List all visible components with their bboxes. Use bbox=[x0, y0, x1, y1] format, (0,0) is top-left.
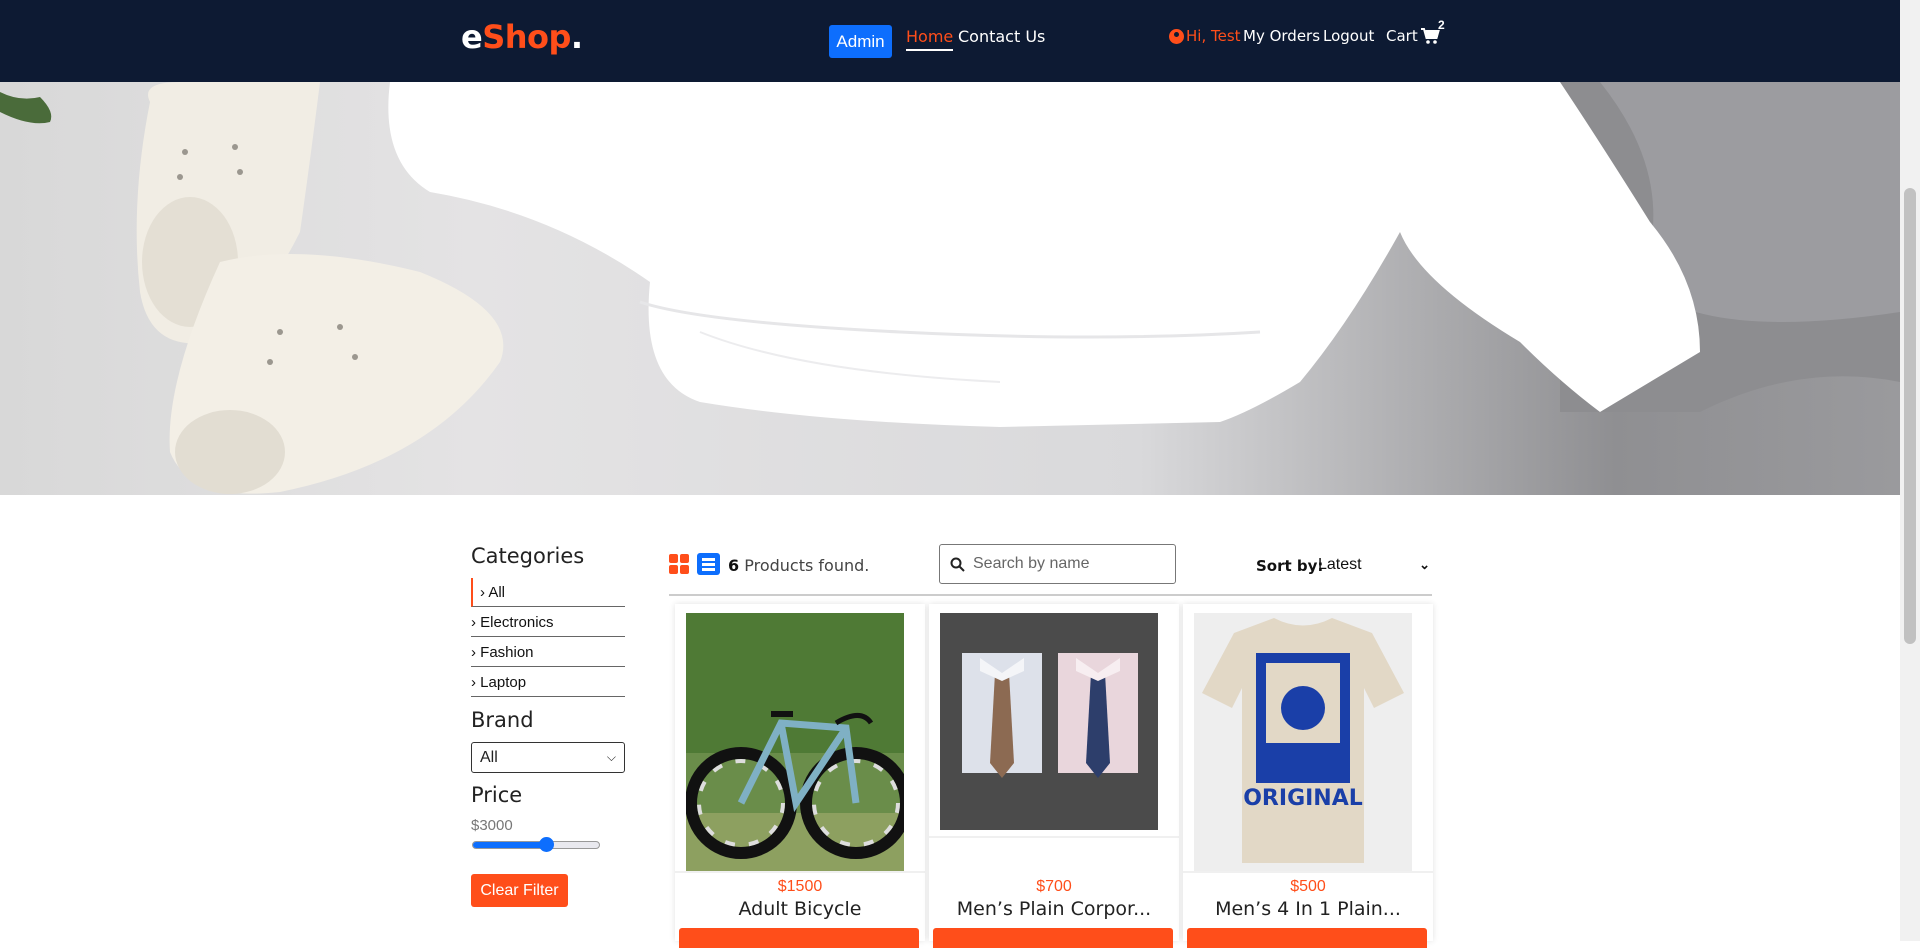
category-item-all[interactable]: › All bbox=[471, 578, 625, 607]
top-navbar: eShop. Admin Home Contact Us Hi, Test My… bbox=[0, 0, 1900, 82]
search-icon bbox=[950, 557, 965, 572]
price-heading: Price bbox=[471, 783, 523, 807]
add-to-cart-button[interactable] bbox=[1187, 928, 1427, 948]
product-price: $1500 bbox=[777, 878, 823, 895]
product-image[interactable] bbox=[940, 613, 1158, 830]
admin-button[interactable]: Admin bbox=[829, 25, 892, 58]
products-found-text: 6 Products found. bbox=[728, 556, 869, 575]
product-image[interactable]: ORIGINAL bbox=[1194, 613, 1412, 871]
cart-icon bbox=[1420, 28, 1440, 44]
category-item-fashion[interactable]: › Fashion bbox=[471, 638, 625, 667]
product-price: $500 bbox=[1290, 878, 1326, 895]
price-slider[interactable] bbox=[472, 837, 600, 852]
cart-count-badge: 2 bbox=[1438, 18, 1445, 32]
product-image[interactable] bbox=[686, 613, 904, 871]
card-divider bbox=[929, 836, 1179, 838]
chevron-down-icon: ⌵ bbox=[606, 750, 616, 764]
product-card[interactable]: $1500 Adult Bicycle bbox=[675, 604, 925, 948]
search-input[interactable]: Search by name bbox=[939, 544, 1176, 584]
price-slider-thumb[interactable] bbox=[538, 837, 554, 852]
sort-selected-value: Latest bbox=[1318, 556, 1362, 573]
greeting-text: Hi, Test bbox=[1186, 27, 1241, 45]
nav-my-orders-link[interactable]: My Orders bbox=[1243, 27, 1320, 45]
nav-logout-link[interactable]: Logout bbox=[1323, 27, 1374, 45]
user-icon bbox=[1169, 28, 1184, 44]
page-scrollbar[interactable] bbox=[1900, 0, 1920, 941]
toolbar-divider bbox=[669, 594, 1432, 596]
logo-e: e bbox=[461, 18, 483, 56]
search-placeholder: Search by name bbox=[973, 555, 1090, 572]
product-card[interactable]: ORIGINAL $500 Men’s 4 In 1 Plain... bbox=[1183, 604, 1433, 948]
products-count: 6 bbox=[728, 556, 740, 575]
add-to-cart-button[interactable] bbox=[679, 928, 919, 948]
price-value: $3000 bbox=[471, 817, 513, 834]
brand-select[interactable]: All ⌵ bbox=[471, 742, 625, 773]
user-greeting[interactable]: Hi, Test bbox=[1169, 27, 1241, 45]
product-card[interactable]: $700 Men’s Plain Corpor... bbox=[929, 604, 1179, 948]
logo-dot: . bbox=[570, 18, 583, 56]
chevron-down-icon: ⌄ bbox=[1419, 557, 1430, 572]
clear-filter-button[interactable]: Clear Filter bbox=[471, 874, 568, 907]
hero-banner-image bbox=[0, 82, 1900, 495]
sort-label: Sort by: bbox=[1256, 557, 1324, 575]
scrollbar-thumb[interactable] bbox=[1904, 188, 1916, 644]
cart-label: Cart bbox=[1386, 27, 1418, 45]
sort-select[interactable]: Latest ⌄ bbox=[1318, 553, 1430, 577]
brand-selected-value: All bbox=[480, 748, 498, 766]
product-name[interactable]: Men’s Plain Corpor... bbox=[929, 898, 1179, 920]
categories-heading: Categories bbox=[471, 544, 585, 568]
price-slider-fill bbox=[473, 842, 547, 848]
products-found-label: Products found. bbox=[739, 556, 870, 575]
nav-contact-link[interactable]: Contact Us bbox=[958, 27, 1045, 46]
product-name[interactable]: Adult Bicycle bbox=[675, 898, 925, 920]
category-item-electronics[interactable]: › Electronics bbox=[471, 608, 625, 637]
svg-text:ORIGINAL: ORIGINAL bbox=[1243, 786, 1363, 811]
card-divider bbox=[1183, 871, 1433, 873]
list-view-icon[interactable] bbox=[697, 553, 720, 575]
card-divider bbox=[675, 871, 925, 873]
nav-home-link[interactable]: Home bbox=[906, 27, 954, 51]
product-name[interactable]: Men’s 4 In 1 Plain... bbox=[1183, 898, 1433, 920]
logo-shop: Shop bbox=[482, 18, 571, 56]
nav-cart-link[interactable]: Cart bbox=[1386, 27, 1440, 45]
brand-heading: Brand bbox=[471, 708, 534, 732]
logo[interactable]: eShop. bbox=[461, 18, 583, 56]
product-price: $700 bbox=[1036, 878, 1072, 895]
category-item-laptop[interactable]: › Laptop bbox=[471, 668, 625, 697]
add-to-cart-button[interactable] bbox=[933, 928, 1173, 948]
grid-view-icon[interactable] bbox=[669, 554, 689, 574]
